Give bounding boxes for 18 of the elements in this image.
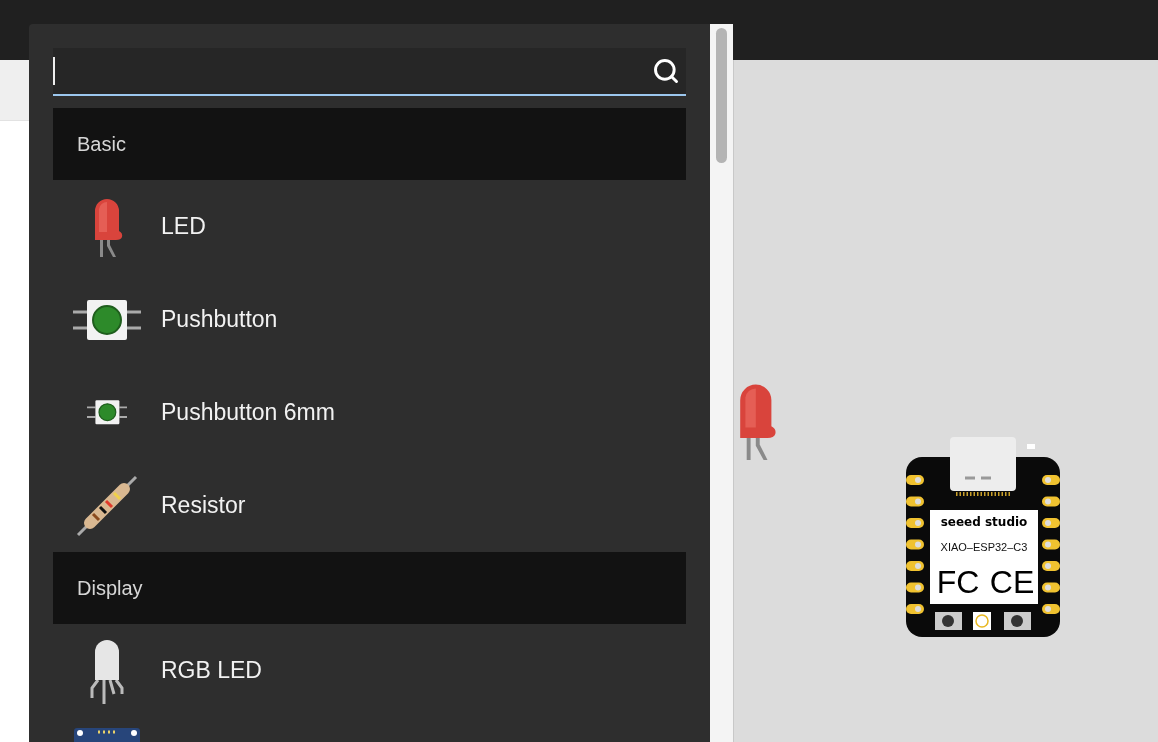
pushbutton-icon [86, 399, 128, 426]
category-header: Basic [53, 108, 686, 180]
resistor-icon [76, 474, 138, 537]
board-brand: seeed studio [940, 515, 1028, 529]
part-item[interactable]: Resistor [53, 459, 686, 552]
certification-mark: CE [989, 564, 1035, 600]
scrollbar[interactable] [710, 24, 733, 742]
part-item[interactable]: Pushbutton 6mm [53, 366, 686, 459]
search-field[interactable] [53, 48, 686, 96]
part-item[interactable]: Pushbutton [53, 273, 686, 366]
part-item[interactable]: RGB LED [53, 624, 686, 717]
pushbutton-icon [73, 297, 141, 342]
part-item[interactable]: LED [53, 180, 686, 273]
board-model: XIAO–ESP32–C3 [940, 541, 1028, 553]
certification-mark: FC [936, 564, 980, 600]
category-header: Display [53, 552, 686, 624]
display-module-icon [74, 728, 140, 742]
search-icon[interactable] [652, 57, 680, 85]
